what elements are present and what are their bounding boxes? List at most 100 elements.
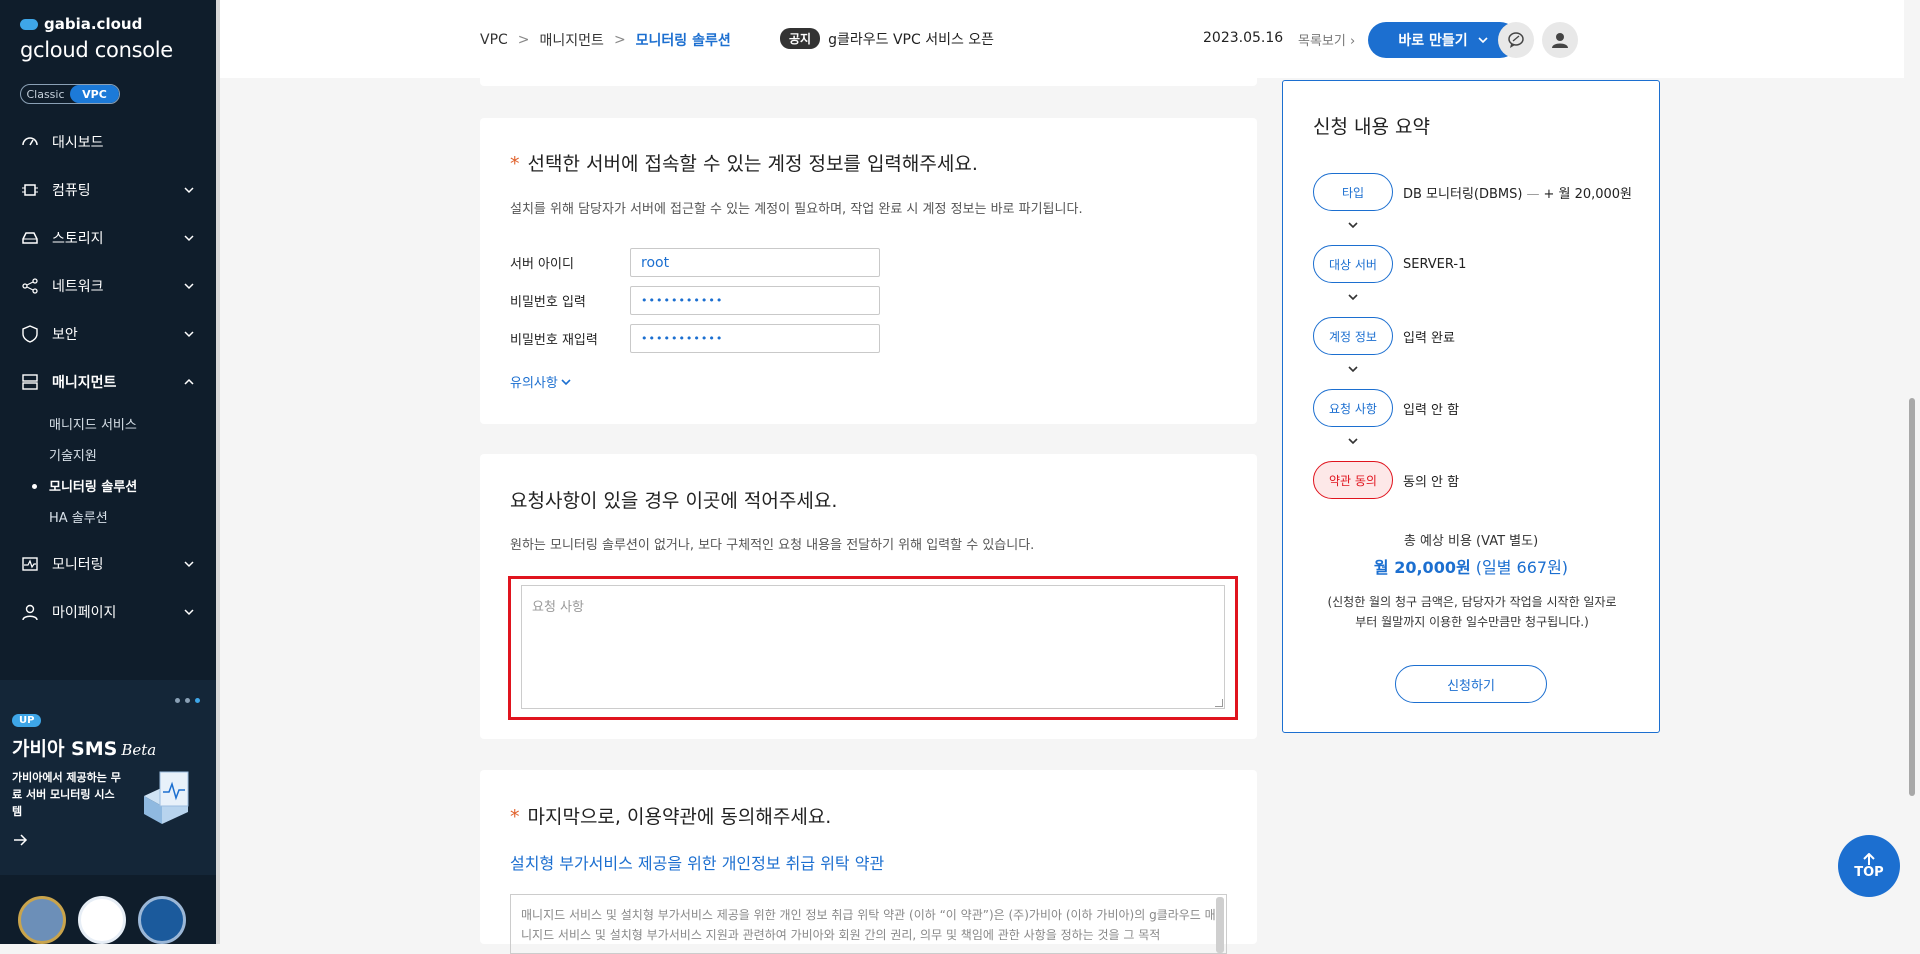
- management-subnav: 매니지드 서비스 기술지원 모니터링 솔루션 HA 솔루션: [0, 406, 216, 540]
- breadcrumb-separator: >: [613, 32, 626, 48]
- sidebar-item-computing[interactable]: 컴퓨팅: [0, 166, 216, 214]
- summary-step-type: 타입 DB 모니터링(DBMS) — + 월 20,000원: [1313, 173, 1632, 211]
- classic-vpc-toggle[interactable]: Classic VPC: [20, 84, 120, 104]
- sidebar-item-label: 컴퓨팅: [52, 183, 91, 199]
- terms-text: 매니지드 서비스 및 설치형 부가서비스 제공을 위한 개인 정보 취급 위탁 …: [521, 908, 1216, 942]
- chevron-down-icon: [1348, 438, 1358, 445]
- summary-step-server: 대상 서버 SERVER-1: [1313, 245, 1466, 283]
- sidebar-item-security[interactable]: 보안: [0, 310, 216, 358]
- password-input[interactable]: •••••••••••: [630, 286, 880, 315]
- notice-tag: 공지: [780, 28, 821, 49]
- monitor-icon: [20, 554, 40, 574]
- breadcrumb: VPC > 매니지먼트 > 모니터링 솔루션: [480, 30, 731, 50]
- promo-badge: UP: [12, 714, 42, 727]
- notice-date: 2023.05.16: [1203, 30, 1284, 46]
- password-confirm-input[interactable]: •••••••••••: [630, 324, 880, 353]
- scrollbar-thumb[interactable]: [1909, 398, 1915, 796]
- server-id-input[interactable]: root: [630, 248, 880, 277]
- password-confirm-row: 비밀번호 재입력 •••••••••••: [510, 324, 880, 353]
- billing-note: (신청한 월의 청구 금액은, 담당자가 작업을 시작한 일자로부터 월말까지 …: [1327, 595, 1617, 629]
- sidebar-item-label: 스토리지: [52, 231, 104, 247]
- step-value: 입력 안 함: [1403, 402, 1460, 418]
- person-icon: [20, 602, 40, 622]
- sidebar-item-mypage[interactable]: 마이페이지: [0, 588, 216, 636]
- sidebar-nav: 대시보드 컴퓨팅 스토리지 네트워크 보안 매니지먼트 매니지드 서비스 기술지…: [0, 118, 216, 636]
- chip-icon: [20, 180, 40, 200]
- chevron-down-icon: [1348, 222, 1358, 229]
- user-icon: [1552, 33, 1568, 48]
- user-profile-button[interactable]: [1542, 22, 1578, 58]
- carousel-dots[interactable]: [175, 698, 200, 703]
- chat-bubble-icon: [1508, 32, 1524, 48]
- order-summary-panel: 신청 내용 요약 타입 DB 모니터링(DBMS) — + 월 20,000원 대상…: [1282, 80, 1660, 733]
- list-view-link[interactable]: 목록보기 ›: [1298, 30, 1355, 49]
- arrow-right-icon[interactable]: [12, 832, 28, 848]
- sidebar-item-management[interactable]: 매니지먼트: [0, 358, 216, 406]
- server-id-row: 서버 아이디 root: [510, 248, 880, 277]
- chevron-down-icon: [184, 561, 194, 568]
- step-value: SERVER-1: [1403, 256, 1467, 272]
- brand-logo[interactable]: gabia.cloud: [20, 15, 142, 33]
- chevron-down-icon: [1478, 37, 1488, 44]
- total-cost-value: 월 20,000원 (일별 667원): [1373, 558, 1569, 577]
- certification-badges: [18, 896, 186, 944]
- step-pill[interactable]: 타입: [1313, 173, 1393, 211]
- request-section-title: 요청사항이 있을 경우 이곳에 적어주세요.: [510, 490, 838, 512]
- sidebar-item-label: 매니지먼트: [52, 375, 117, 391]
- quick-create-button[interactable]: 바로 만들기: [1368, 22, 1518, 58]
- sidebar-item-label: 대시보드: [52, 135, 104, 151]
- account-section-desc: 설치를 위해 담당자가 서버에 접근할 수 있는 계정이 필요하며, 작업 완료…: [510, 202, 1083, 217]
- step-pill[interactable]: 대상 서버: [1313, 245, 1393, 283]
- chevron-down-icon: [561, 378, 571, 385]
- apply-button[interactable]: 신청하기: [1395, 665, 1547, 703]
- sidebar-scrollbar[interactable]: [216, 0, 220, 944]
- terms-text-box[interactable]: 매니지드 서비스 및 설치형 부가서비스 제공을 위한 개인 정보 취급 위탁 …: [510, 894, 1227, 954]
- password-row: 비밀번호 입력 •••••••••••: [510, 286, 880, 315]
- chat-button[interactable]: [1498, 22, 1534, 58]
- sidebar: gabia.cloud gcloud console Classic VPC 대…: [0, 0, 216, 944]
- brand-name: gabia.cloud: [44, 15, 143, 33]
- chevron-down-icon: [184, 331, 194, 338]
- sidebar-subitem-ha-solution[interactable]: HA 솔루션: [0, 501, 216, 532]
- toggle-classic[interactable]: Classic: [21, 85, 70, 103]
- sidebar-item-monitoring[interactable]: 모니터링: [0, 540, 216, 588]
- sidebar-item-dashboard[interactable]: 대시보드: [0, 118, 216, 166]
- password-confirm-label: 비밀번호 재입력: [510, 333, 598, 348]
- breadcrumb-vpc[interactable]: VPC: [480, 32, 508, 48]
- console-title: gcloud console: [20, 38, 173, 62]
- notice-text[interactable]: g클라우드 VPC 서비스 오픈: [828, 29, 994, 49]
- notice-banner[interactable]: 공지 g클라우드 VPC 서비스 오픈: [780, 28, 994, 49]
- terms-title-link[interactable]: 설치형 부가서비스 제공을 위한 개인정보 취급 위탁 약관: [510, 850, 884, 874]
- terms-scrollbar[interactable]: [1216, 897, 1224, 953]
- gauge-icon: [20, 132, 40, 152]
- chevron-down-icon: [184, 609, 194, 616]
- sidebar-item-storage[interactable]: 스토리지: [0, 214, 216, 262]
- management-icon: [20, 372, 40, 392]
- password-label: 비밀번호 입력: [510, 295, 586, 310]
- toggle-vpc[interactable]: VPC: [70, 85, 119, 103]
- step-value: DB 모니터링(DBMS) — + 월 20,000원: [1403, 186, 1633, 202]
- sidebar-subitem-managed-service[interactable]: 매니지드 서비스: [0, 408, 216, 439]
- arrow-up-icon: [1863, 852, 1875, 865]
- total-cost-label: 총 예상 비용 (VAT 별도): [1403, 534, 1539, 549]
- breadcrumb-current: 모니터링 솔루션: [635, 33, 731, 49]
- request-placeholder: 요청 사항: [532, 600, 584, 615]
- resize-grip-icon[interactable]: [1215, 699, 1223, 707]
- sidebar-subitem-monitoring-solution[interactable]: 모니터링 솔루션: [0, 470, 216, 501]
- notes-toggle-link[interactable]: 유의사항: [510, 372, 571, 391]
- breadcrumb-management[interactable]: 매니지먼트: [540, 30, 604, 50]
- step-pill[interactable]: 계정 정보: [1313, 317, 1393, 355]
- page-scrollbar[interactable]: [1904, 0, 1920, 944]
- sidebar-item-network[interactable]: 네트워크: [0, 262, 216, 310]
- step-pill[interactable]: 약관 동의: [1313, 461, 1393, 499]
- summary-step-terms: 약관 동의 동의 안 함: [1313, 461, 1459, 499]
- scroll-top-button[interactable]: TOP: [1838, 835, 1900, 897]
- server-id-label: 서버 아이디: [510, 257, 574, 272]
- sidebar-subitem-tech-support[interactable]: 기술지원: [0, 439, 216, 470]
- sidebar-item-label: 모니터링: [52, 557, 104, 573]
- cloud-logo-icon: [20, 18, 38, 30]
- summary-step-account: 계정 정보 입력 완료: [1313, 317, 1455, 355]
- step-pill[interactable]: 요청 사항: [1313, 389, 1393, 427]
- summary-step-request: 요청 사항 입력 안 함: [1313, 389, 1459, 427]
- request-textarea[interactable]: 요청 사항: [521, 585, 1225, 709]
